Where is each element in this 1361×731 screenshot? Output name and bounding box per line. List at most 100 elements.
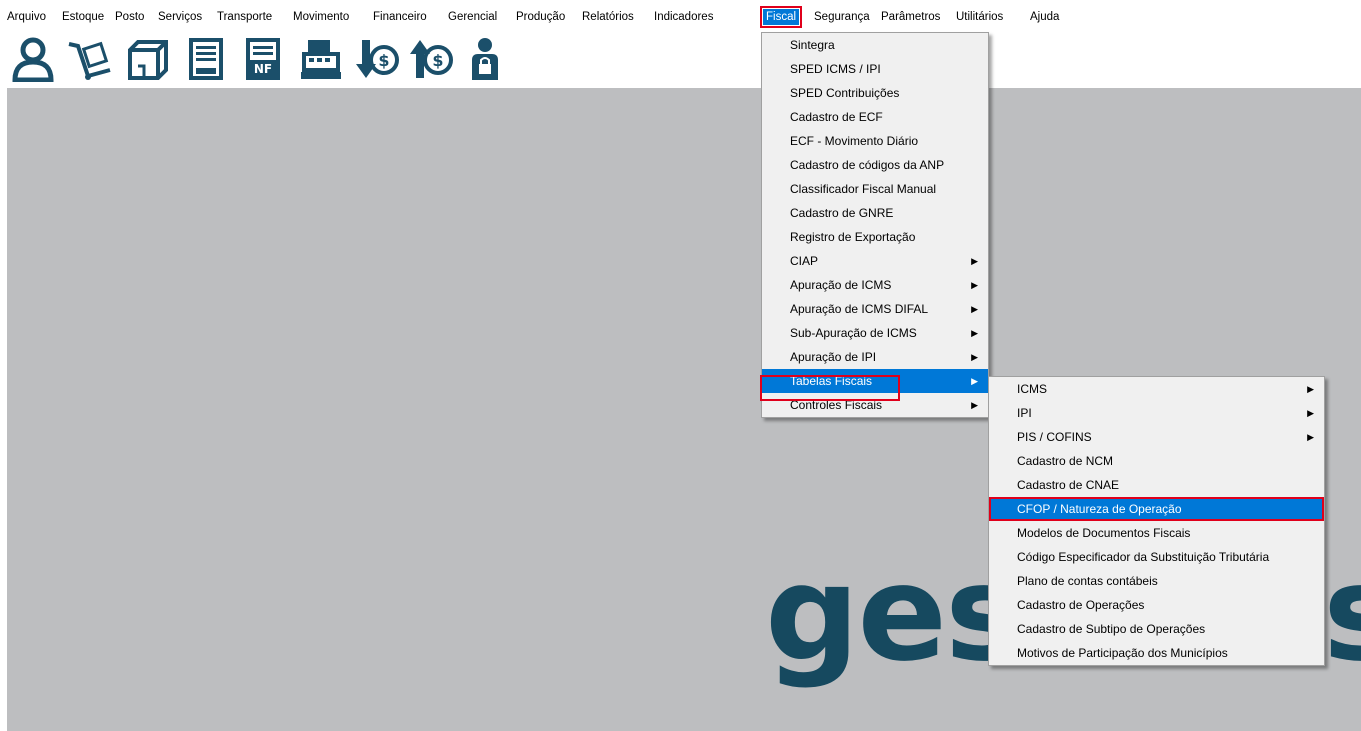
menu-item-cadastro-de-ncm[interactable]: Cadastro de NCM xyxy=(989,449,1324,473)
menu-producao[interactable]: Produção xyxy=(515,9,566,25)
menu-item-label: ECF - Movimento Diário xyxy=(790,134,919,148)
menu-posto[interactable]: Posto xyxy=(114,9,145,25)
menu-item-registro-de-exportacao[interactable]: Registro de Exportação xyxy=(762,225,988,249)
menu-item-ecf-movimento-diario[interactable]: ECF - Movimento Diário xyxy=(762,129,988,153)
submenu-arrow-icon: ▶ xyxy=(971,400,978,410)
logo-text-tail: s xyxy=(1323,548,1361,680)
menu-item-label: IPI xyxy=(1017,406,1032,420)
svg-text:NF: NF xyxy=(254,62,272,76)
tabelas-fiscais-submenu: ICMS ▶ IPI ▶ PIS / COFINS ▶ Cadastro de NCM Cad… xyxy=(988,376,1325,666)
menu-item-classificador-fiscal-manual[interactable]: Classificador Fiscal Manual xyxy=(762,177,988,201)
logo-text: ges xyxy=(765,537,1024,691)
menu-item-cadastro-de-codigos-da-anp[interactable]: Cadastro de códigos da ANP xyxy=(762,153,988,177)
person-icon[interactable] xyxy=(10,36,56,82)
menu-item-label: Cadastro de ECF xyxy=(790,110,883,124)
menu-seguranca[interactable]: Segurança xyxy=(813,9,871,25)
menu-item-motivos-de-participacao-dos-municipios[interactable]: Motivos de Participação dos Municípios xyxy=(989,641,1324,665)
menu-item-label: Cadastro de códigos da ANP xyxy=(790,158,945,172)
nf-document-icon[interactable]: NF xyxy=(240,36,286,82)
menu-item-label: PIS / COFINS xyxy=(1017,430,1092,444)
cash-register-icon[interactable] xyxy=(298,36,344,82)
menu-item-label: Apuração de ICMS xyxy=(790,278,892,292)
person-lock-icon[interactable] xyxy=(462,36,508,82)
menu-item-label: Apuração de IPI xyxy=(790,350,877,364)
menu-relatorios[interactable]: Relatórios xyxy=(581,9,635,25)
menu-item-cadastro-de-ecf[interactable]: Cadastro de ECF xyxy=(762,105,988,129)
menu-arquivo[interactable]: Arquivo xyxy=(6,9,47,25)
menu-item-cadastro-de-gnre[interactable]: Cadastro de GNRE xyxy=(762,201,988,225)
menu-item-label: Cadastro de GNRE xyxy=(790,206,894,220)
menu-item-label: SPED Contribuições xyxy=(790,86,900,100)
submenu-arrow-icon: ▶ xyxy=(1307,432,1314,442)
menu-financeiro[interactable]: Financeiro xyxy=(372,9,428,25)
menu-item-cadastro-de-operacoes[interactable]: Cadastro de Operações xyxy=(989,593,1324,617)
menu-item-label: CIAP xyxy=(790,254,819,268)
menu-item-ipi[interactable]: IPI ▶ xyxy=(989,401,1324,425)
menu-transporte[interactable]: Transporte xyxy=(216,9,273,25)
menu-item-plano-de-contas-contabeis[interactable]: Plano de contas contábeis xyxy=(989,569,1324,593)
menu-item-label: ICMS xyxy=(1017,382,1047,396)
menu-item-sped-icms-ipi[interactable]: SPED ICMS / IPI xyxy=(762,57,988,81)
menu-fiscal[interactable]: Fiscal xyxy=(759,6,803,28)
menu-item-codigo-especificador-da-substituicao-tributaria[interactable]: Código Especificador da Substituição Tri… xyxy=(989,545,1324,569)
menu-item-apuracao-de-icms-difal[interactable]: Apuração de ICMS DIFAL ▶ xyxy=(762,297,988,321)
svg-text:$: $ xyxy=(432,51,443,70)
toolbar: NF $ $ xyxy=(0,30,1361,88)
menu-item-pis-cofins[interactable]: PIS / COFINS ▶ xyxy=(989,425,1324,449)
menu-item-apuracao-de-ipi[interactable]: Apuração de IPI ▶ xyxy=(762,345,988,369)
menu-item-label: Sub-Apuração de ICMS xyxy=(790,326,917,340)
submenu-arrow-icon: ▶ xyxy=(971,280,978,290)
menu-item-sub-apuracao-de-icms[interactable]: Sub-Apuração de ICMS ▶ xyxy=(762,321,988,345)
menu-item-label: CFOP / Natureza de Operação xyxy=(1017,502,1182,516)
money-down-icon[interactable]: $ xyxy=(354,36,400,82)
menu-item-apuracao-de-icms[interactable]: Apuração de ICMS ▶ xyxy=(762,273,988,297)
submenu-arrow-icon: ▶ xyxy=(971,256,978,266)
submenu-arrow-icon: ▶ xyxy=(971,304,978,314)
submenu-arrow-icon: ▶ xyxy=(971,352,978,362)
menu-item-cadastro-de-cnae[interactable]: Cadastro de CNAE xyxy=(989,473,1324,497)
hand-truck-icon[interactable] xyxy=(66,36,112,82)
menu-item-label: Motivos de Participação dos Municípios xyxy=(1017,646,1228,660)
menu-item-label: Cadastro de Operações xyxy=(1017,598,1145,612)
menu-servicos[interactable]: Serviços xyxy=(157,9,203,25)
submenu-arrow-icon: ▶ xyxy=(1307,408,1314,418)
menu-item-tabelas-fiscais[interactable]: Tabelas Fiscais ▶ xyxy=(762,369,988,393)
fiscal-menu: Sintegra SPED ICMS / IPI SPED Contribuiçõe… xyxy=(761,32,989,418)
menu-item-label: Registro de Exportação xyxy=(790,230,916,244)
menu-item-cadastro-de-subtipo-de-operacoes[interactable]: Cadastro de Subtipo de Operações xyxy=(989,617,1324,641)
menu-indicadores[interactable]: Indicadores xyxy=(653,9,714,25)
menu-item-label: Sintegra xyxy=(790,38,835,52)
menu-item-sintegra[interactable]: Sintegra xyxy=(762,33,988,57)
money-up-icon[interactable]: $ xyxy=(408,36,454,82)
menu-movimento[interactable]: Movimento xyxy=(292,9,350,25)
menu-item-label: Plano de contas contábeis xyxy=(1017,574,1158,588)
submenu-arrow-icon: ▶ xyxy=(971,376,978,386)
menu-item-label: Cadastro de Subtipo de Operações xyxy=(1017,622,1206,636)
menu-item-label: Classificador Fiscal Manual xyxy=(790,182,937,196)
svg-text:$: $ xyxy=(378,51,389,70)
menu-item-ciap[interactable]: CIAP ▶ xyxy=(762,249,988,273)
menu-item-controles-fiscais[interactable]: Controles Fiscais ▶ xyxy=(762,393,988,417)
menu-utilitarios[interactable]: Utilitários xyxy=(955,9,1004,25)
menu-item-icms[interactable]: ICMS ▶ xyxy=(989,377,1324,401)
submenu-arrow-icon: ▶ xyxy=(1307,384,1314,394)
menu-item-modelos-de-documentos-fiscais[interactable]: Modelos de Documentos Fiscais xyxy=(989,521,1324,545)
submenu-arrow-icon: ▶ xyxy=(971,328,978,338)
menu-item-label: Cadastro de NCM xyxy=(1017,454,1114,468)
menu-item-cfop-natureza-de-operacao[interactable]: CFOP / Natureza de Operação xyxy=(989,497,1324,521)
menu-estoque[interactable]: Estoque xyxy=(61,9,105,25)
menu-item-label: Tabelas Fiscais xyxy=(790,374,873,388)
menu-item-label: Controles Fiscais xyxy=(790,398,883,412)
menu-ajuda[interactable]: Ajuda xyxy=(1029,9,1060,25)
menu-item-label: SPED ICMS / IPI xyxy=(790,62,881,76)
menu-bar: Arquivo Estoque Posto Serviços Transport… xyxy=(0,0,1361,28)
menu-item-label: Código Especificador da Substituição Tri… xyxy=(1017,550,1270,564)
menu-item-label: Apuração de ICMS DIFAL xyxy=(790,302,929,316)
menu-item-sped-contribuicoes[interactable]: SPED Contribuições xyxy=(762,81,988,105)
menu-item-label: Cadastro de CNAE xyxy=(1017,478,1120,492)
menu-parametros[interactable]: Parâmetros xyxy=(880,9,941,25)
document-icon[interactable] xyxy=(183,36,229,82)
menu-gerencial[interactable]: Gerencial xyxy=(447,9,498,25)
menu-item-label: Modelos de Documentos Fiscais xyxy=(1017,526,1191,540)
box-icon[interactable] xyxy=(124,36,170,82)
